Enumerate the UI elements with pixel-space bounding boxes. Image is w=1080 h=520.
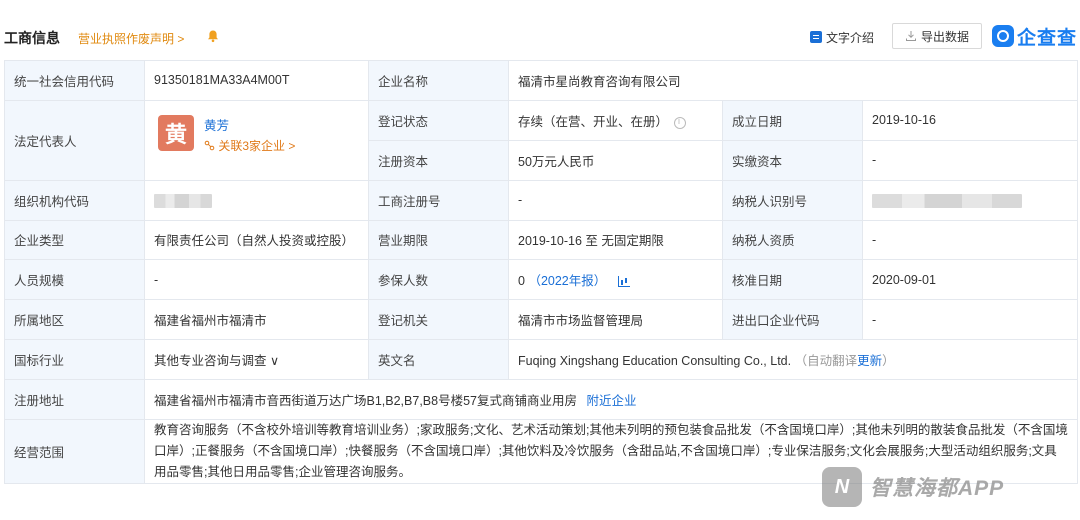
reg-status-cell: 存续（在营、开业、在册） xyxy=(508,99,723,141)
approval-date-value: 2020-09-01 xyxy=(861,259,1079,301)
taxpayer-qual-value: - xyxy=(861,219,1079,261)
bell-icon[interactable] xyxy=(206,29,220,43)
company-type-value: 有限责任公司（自然人投资或控股） xyxy=(144,219,369,261)
reg-authority-label: 登记机关 xyxy=(368,299,509,340)
insured-cell: 0 （2022年报） xyxy=(508,259,723,301)
auto-translate-note-end: ） xyxy=(882,353,895,368)
table-row: 注册地址 福建省福州市福清市音西街道万达广场B1,B2,B7,B8号楼57复式商… xyxy=(4,378,1079,420)
download-icon xyxy=(905,31,916,41)
company-name-label: 企业名称 xyxy=(368,60,509,101)
region-label: 所属地区 xyxy=(4,299,145,340)
biz-term-value: 2019-10-16 至 无固定期限 xyxy=(508,219,723,261)
watermark-text: 智慧海都APP xyxy=(870,477,1005,500)
reg-status-value: 存续（在营、开业、在册） xyxy=(518,114,669,129)
related-companies-link[interactable]: 关联3家企业 > xyxy=(204,137,295,154)
legal-rep-label: 法定代表人 xyxy=(4,99,145,181)
redacted-value xyxy=(154,193,212,208)
reg-status-label: 登记状态 xyxy=(368,99,509,141)
reg-authority-value: 福清市市场监督管理局 xyxy=(508,299,723,340)
header: 工商信息 营业执照作废声明 > 文字介绍 导出数据 企查查 xyxy=(0,0,1080,58)
qichacha-logo-icon xyxy=(992,25,1014,47)
address-value: 福建省福州市福清市音西街道万达广场B1,B2,B7,B8号楼57复式商铺商业用房 xyxy=(154,393,577,408)
biz-term-label: 营业期限 xyxy=(368,219,509,261)
staff-size-label: 人员规模 xyxy=(4,259,145,301)
watermark-logo-icon: N xyxy=(822,467,862,507)
paid-capital-value: - xyxy=(861,139,1079,181)
scope-label: 经营范围 xyxy=(4,418,145,484)
table-row: 所属地区 福建省福州市福清市 登记机关 福清市市场监督管理局 进出口企业代码 - xyxy=(4,299,1079,340)
export-data-button[interactable]: 导出数据 xyxy=(892,23,982,49)
page-title: 工商信息 xyxy=(4,30,60,46)
table-row: 组织机构代码 工商注册号 - 纳税人识别号 xyxy=(4,179,1079,221)
taxpayer-id-value xyxy=(861,179,1079,221)
watermark: N 智慧海都APP xyxy=(822,464,1052,510)
qichacha-logo: 企查查 xyxy=(992,22,1077,50)
biz-reg-no-label: 工商注册号 xyxy=(368,179,509,221)
credit-code-label: 统一社会信用代码 xyxy=(4,60,145,101)
insured-label: 参保人数 xyxy=(368,259,509,301)
related-companies-label: 关联3家企业 > xyxy=(218,138,296,153)
chart-icon[interactable] xyxy=(617,276,630,288)
import-export-value: - xyxy=(861,299,1079,340)
table-row: 人员规模 - 参保人数 0 （2022年报） 核准日期 2020-09-01 xyxy=(4,259,1079,301)
biz-reg-no-value: - xyxy=(508,179,723,221)
org-code-label: 组织机构代码 xyxy=(4,179,145,221)
annual-report-link[interactable]: （2022年报） xyxy=(528,274,606,288)
info-icon[interactable] xyxy=(674,116,687,129)
paid-capital-label: 实缴资本 xyxy=(722,139,863,181)
industry-label: 国标行业 xyxy=(4,338,145,380)
address-cell: 福建省福州市福清市音西街道万达广场B1,B2,B7,B8号楼57复式商铺商业用房… xyxy=(143,378,1079,420)
avatar[interactable]: 黄 xyxy=(158,114,194,151)
company-name-value: 福清市星尚教育咨询有限公司 xyxy=(507,60,1079,101)
staff-size-value: - xyxy=(144,259,369,301)
english-name-value: Fuqing Xingshang Education Consulting Co… xyxy=(518,353,792,368)
table-row: 统一社会信用代码 91350181MA33A4M00T 企业名称 福清市星尚教育… xyxy=(4,60,1079,101)
license-notice-link[interactable]: 营业执照作废声明 > xyxy=(78,30,184,47)
reg-capital-label: 注册资本 xyxy=(368,139,509,181)
industry-dropdown[interactable]: 其他专业咨询与调查 ∨ xyxy=(144,338,369,380)
import-export-label: 进出口企业代码 xyxy=(722,299,863,340)
legal-rep-name-link[interactable]: 黄芳 xyxy=(204,115,229,134)
update-link[interactable]: 更新 xyxy=(857,354,882,368)
logo-text: 企查查 xyxy=(1017,27,1078,49)
text-intro-label: 文字介绍 xyxy=(826,30,875,45)
redacted-value xyxy=(872,193,1022,208)
nearby-companies-link[interactable]: 附近企业 xyxy=(586,394,636,408)
english-name-cell: Fuqing Xingshang Education Consulting Co… xyxy=(507,338,1079,380)
insured-value: 0 xyxy=(518,274,525,289)
founded-label: 成立日期 xyxy=(722,99,863,141)
region-value: 福建省福州市福清市 xyxy=(144,299,369,340)
business-info-table: 统一社会信用代码 91350181MA33A4M00T 企业名称 福清市星尚教育… xyxy=(4,60,1079,484)
relation-icon xyxy=(204,140,215,151)
org-code-value xyxy=(144,179,369,221)
reg-capital-value: 50万元人民币 xyxy=(508,139,723,181)
taxpayer-qual-label: 纳税人资质 xyxy=(722,219,863,261)
founded-value: 2019-10-16 xyxy=(861,99,1079,141)
table-row: 法定代表人 黄 黄芳 关联3家企业 > 登记状态 存续（在营、开业、在册） 成立… xyxy=(4,99,1079,181)
doc-icon xyxy=(810,31,822,43)
address-label: 注册地址 xyxy=(4,378,145,420)
table-row: 企业类型 有限责任公司（自然人投资或控股） 营业期限 2019-10-16 至 … xyxy=(4,219,1079,261)
legal-rep-cell: 黄 黄芳 关联3家企业 > xyxy=(144,99,369,181)
approval-date-label: 核准日期 xyxy=(722,259,863,301)
export-data-label: 导出数据 xyxy=(920,29,969,44)
auto-translate-note: （自动翻译 xyxy=(794,353,858,368)
taxpayer-id-label: 纳税人识别号 xyxy=(722,179,863,221)
english-name-label: 英文名 xyxy=(368,338,509,380)
credit-code-value: 91350181MA33A4M00T xyxy=(144,60,369,101)
text-intro-button[interactable]: 文字介绍 xyxy=(810,29,874,45)
company-type-label: 企业类型 xyxy=(4,219,145,261)
table-row: 国标行业 其他专业咨询与调查 ∨ 英文名 Fuqing Xingshang Ed… xyxy=(4,338,1079,380)
